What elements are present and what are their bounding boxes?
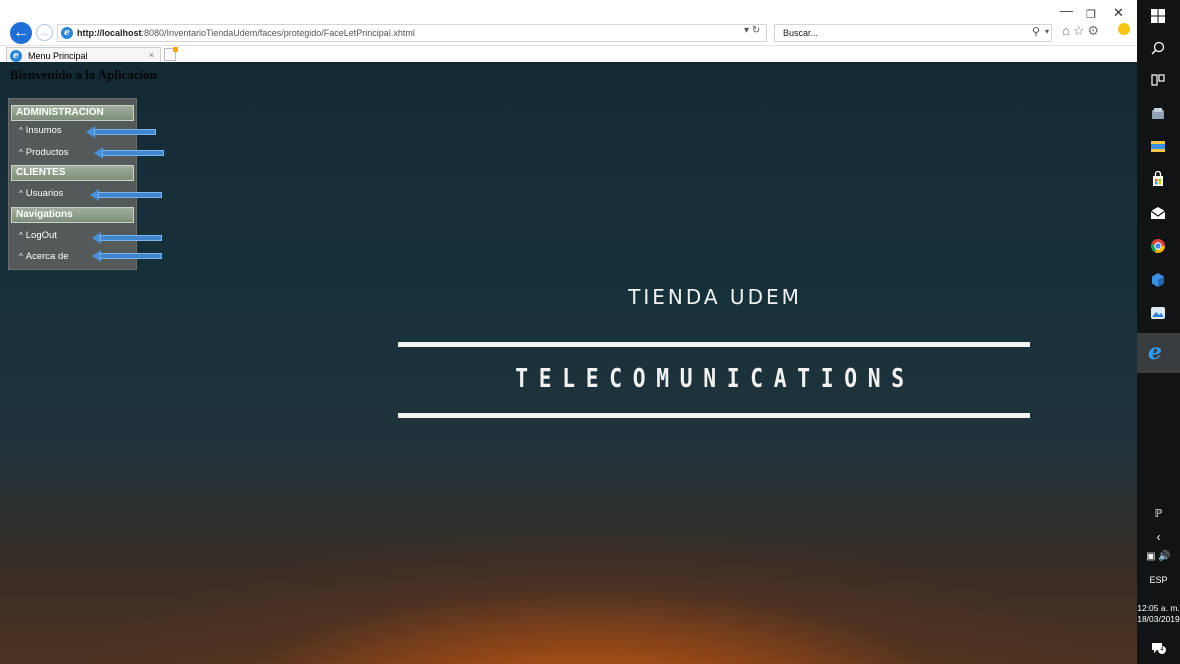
url-text: http://localhost:8080/InventarioTiendaUd… [77,28,415,38]
refresh-icon[interactable]: ↻ [752,25,760,36]
taskbar-active-app[interactable]: e [1137,333,1180,373]
menu-header-administracion[interactable]: ADMINISTRACION [11,105,134,121]
menu-item-logout[interactable]: ^ LogOut [19,229,57,243]
tab-title: Menu Principal [28,50,88,61]
main-menu: ADMINISTRACION ^ Insumos ^ Productos CLIEN… [8,98,137,270]
clock-date[interactable]: 18/03/2019 [1137,614,1180,624]
menu-item-productos[interactable]: ^ Productos [19,146,69,160]
network-volume-icons[interactable]: ▣ 🔊 [1137,551,1180,562]
search-icon[interactable] [1150,40,1166,56]
caret-up-icon: ^ [19,231,23,240]
search-dropdown-icon[interactable]: ▾ [1045,27,1049,36]
restore-button[interactable]: ❐ [1086,8,1096,21]
caret-up-icon: ^ [19,189,23,198]
clock-time[interactable]: 12:05 a. m. [1137,603,1180,613]
notification-center-icon[interactable]: 4 [1151,641,1166,654]
people-icon[interactable]: ℙ [1137,507,1180,520]
logo-divider-top [398,342,1030,347]
settings-gear-icon[interactable]: ⚙ [1088,23,1103,38]
tab-row: e Menu Principal × [0,45,1137,63]
tab-close-button[interactable]: × [149,50,154,60]
menu-item-label: LogOut [25,230,57,241]
welcome-heading: Bienvenido a la Aplicacion [10,67,157,82]
annotation-arrow-icon [90,189,162,201]
ie-page-icon: e [61,27,73,39]
caret-up-icon: ^ [19,252,23,261]
logo-subtitle: TELECOMUNICATIONS [515,364,915,394]
close-window-button[interactable]: ✕ [1113,5,1124,21]
internet-explorer-icon: e [1148,339,1162,365]
annotation-arrow-icon [86,126,156,138]
favorites-star-icon[interactable]: ☆ [1073,23,1088,38]
menu-item-acerca-de[interactable]: ^ Acerca de [19,250,69,264]
menu-item-label: Insumos [25,125,62,136]
3d-cube-app-icon[interactable] [1150,272,1166,288]
arrow-left-icon: ← [13,24,29,41]
tab-menu-principal[interactable]: e Menu Principal × [6,47,161,63]
ie-tab-icon: e [10,49,22,62]
back-button[interactable]: ← [10,22,32,44]
caret-up-icon: ^ [19,126,23,135]
windows-start-icon[interactable] [1150,8,1166,24]
caret-up-icon: ^ [19,148,23,157]
url-host: http://localhost [77,28,142,38]
task-view-icon[interactable] [1150,72,1166,88]
windows-taskbar: e ℙ ‹ ▣ 🔊 ESP 12:05 a. m. 18/03/2019 4 [1137,0,1180,664]
chevron-left-icon[interactable]: ‹ [1137,530,1180,544]
search-input[interactable]: Buscar... [774,24,1052,42]
arrow-right-icon: → [39,26,50,39]
minimize-button[interactable]: — [1060,3,1073,18]
menu-item-label: Usuarios [25,188,64,199]
forward-button[interactable]: → [36,24,53,41]
notification-count-badge: 4 [1158,646,1166,654]
photos-app-icon[interactable] [1150,305,1166,321]
home-icon[interactable]: ⌂ [1062,23,1073,38]
menu-item-label: Productos [25,147,69,158]
file-manager-app-icon[interactable] [1150,106,1166,122]
feedback-smiley-icon[interactable] [1118,23,1130,35]
annotation-arrow-icon [92,232,162,244]
menu-header-navigations[interactable]: Navigations [11,207,134,223]
url-path: :8080/InventarioTiendaUdem/faces/protegi… [141,28,415,38]
browser-chrome: ← → e http://localhost:8080/InventarioTi… [0,0,1137,63]
file-explorer-icon[interactable] [1150,138,1166,154]
search-icon[interactable]: ⚲ [1032,25,1040,38]
refresh-controls[interactable]: ▾ ↻ [744,25,760,36]
menu-item-insumos[interactable]: ^ Insumos [19,124,62,138]
language-indicator[interactable]: ESP [1137,575,1180,585]
toolbar-icons: ⌂☆⚙ [1062,23,1102,39]
dropdown-icon[interactable]: ▾ [744,25,749,36]
mail-icon[interactable] [1150,205,1166,221]
logo-divider-bottom [398,413,1030,418]
logo-title: TIENDA UDEM [628,285,802,309]
menu-header-clientes[interactable]: CLIENTES [11,165,134,181]
chrome-browser-icon[interactable] [1150,238,1166,254]
search-placeholder: Buscar... [783,28,819,38]
page-content: Bienvenido a la Aplicacion ADMINISTRACIO… [0,62,1137,664]
store-bag-icon[interactable] [1150,171,1166,187]
new-tab-button[interactable] [164,47,178,61]
annotation-arrow-icon [92,250,162,262]
menu-item-label: Acerca de [25,251,69,262]
menu-item-usuarios[interactable]: ^ Usuarios [19,187,63,201]
address-bar[interactable]: e http://localhost:8080/InventarioTienda… [57,24,767,42]
annotation-arrow-icon [94,147,164,159]
